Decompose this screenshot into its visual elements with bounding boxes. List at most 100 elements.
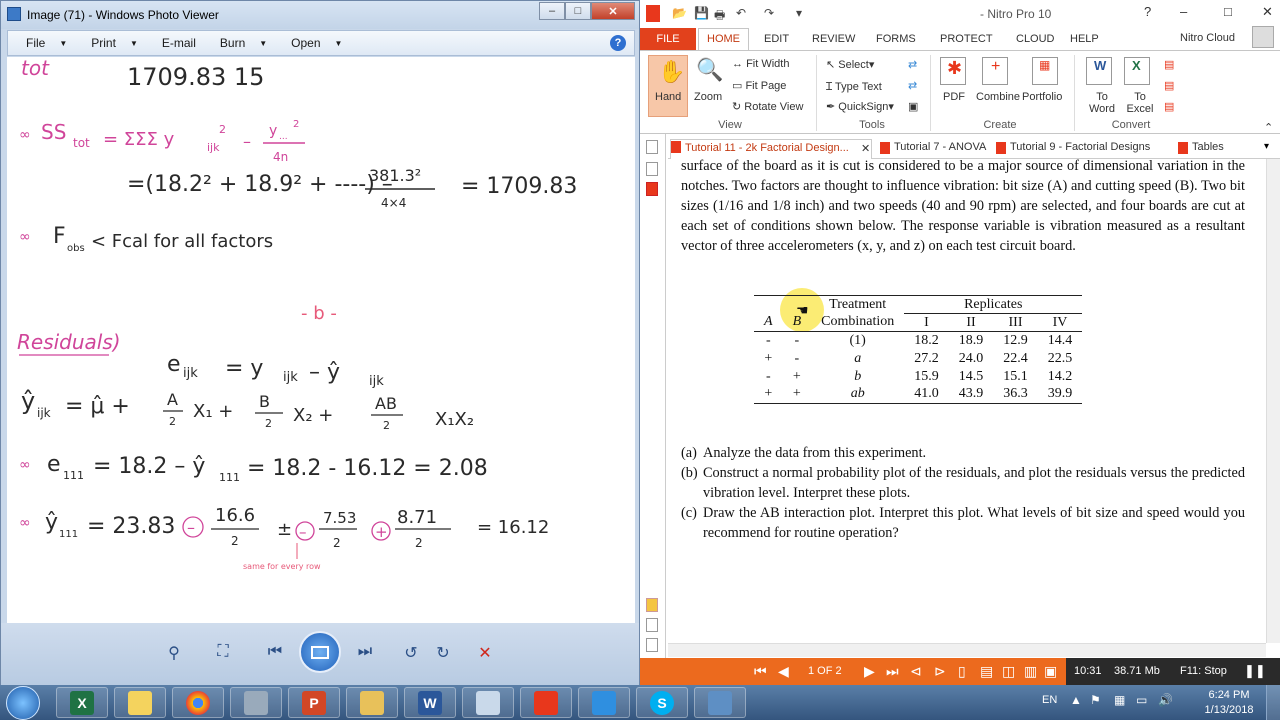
tab-cloud[interactable]: CLOUD	[1016, 33, 1055, 45]
portfolio-label[interactable]: Portfolio	[1022, 91, 1062, 103]
to-excel-label[interactable]: To Excel	[1122, 91, 1158, 115]
back-view-icon[interactable]: ⊲	[910, 663, 922, 680]
menu-print[interactable]: Print ▼	[91, 36, 138, 50]
save-icon[interactable]: 💾	[694, 6, 709, 22]
network-icon[interactable]: ▦	[1114, 693, 1125, 707]
combine-icon[interactable]: +	[982, 57, 1008, 85]
maximize-icon[interactable]: □	[1224, 4, 1232, 19]
delete-icon[interactable]: ✕	[473, 643, 497, 663]
select-button[interactable]: ↖ Select▾	[826, 58, 874, 71]
portfolio-icon[interactable]: ▦	[1032, 57, 1058, 85]
undo-icon[interactable]: ↶	[736, 6, 746, 22]
pdf-label[interactable]: PDF	[943, 91, 965, 103]
tab-document-tutorial-7[interactable]: Tutorial 7 - ANOVA	[880, 141, 986, 154]
close-tab-icon[interactable]: ✕	[861, 142, 870, 155]
screen-icon[interactable]: ▭	[1136, 693, 1147, 707]
menu-burn[interactable]: Burn ▼	[220, 36, 267, 50]
minimize-icon[interactable]: –	[1180, 4, 1187, 19]
to-excel-icon[interactable]: X	[1124, 57, 1150, 85]
start-button[interactable]	[6, 686, 40, 720]
last-page-icon[interactable]: ⏭	[886, 663, 899, 680]
zoom-icon[interactable]: 🔍	[696, 57, 723, 83]
volume-icon[interactable]: 🔊	[1158, 693, 1173, 707]
show-desktop-button[interactable]	[1266, 685, 1280, 720]
avatar[interactable]	[1252, 26, 1274, 48]
combine-label[interactable]: Combine	[976, 91, 1020, 103]
link-icon[interactable]: ⇄	[908, 79, 917, 92]
convert-icon[interactable]: ▤	[1164, 79, 1174, 92]
zoom-icon[interactable]: ⚲	[159, 643, 189, 663]
horizontal-scrollbar[interactable]	[668, 643, 1266, 657]
type-text-button[interactable]: Ɪ Type Text	[826, 79, 882, 94]
taskbar-nitro[interactable]	[520, 687, 572, 718]
tab-document-tutorial-9[interactable]: Tutorial 9 - Factorial Designs	[996, 141, 1150, 154]
system-clock[interactable]: 6:24 PM 1/13/2018	[1198, 688, 1260, 718]
first-page-icon[interactable]: ⏮	[754, 663, 767, 680]
page-indicator[interactable]: 1 OF 2	[808, 665, 842, 677]
fullscreen-icon[interactable]: ▣	[1044, 663, 1057, 680]
pdf-icon[interactable]: ✱	[940, 57, 966, 85]
rotate-right-icon[interactable]: ↻	[431, 643, 455, 663]
tab-list-icon[interactable]: ▾	[1264, 141, 1269, 152]
tab-edit[interactable]: EDIT	[764, 33, 789, 45]
help-icon[interactable]: ?	[1144, 4, 1151, 19]
tab-document-tables[interactable]: Tables	[1178, 141, 1224, 154]
next-page-icon[interactable]: ▶	[864, 663, 875, 680]
attachments-icon[interactable]	[646, 182, 658, 196]
convert-icon[interactable]: ▤	[1164, 100, 1174, 113]
fit-width-button[interactable]: ↔ Fit Width	[732, 58, 789, 70]
to-word-label[interactable]: To Word	[1084, 91, 1120, 115]
menu-file[interactable]: File ▼	[26, 36, 67, 50]
taskbar-snipping[interactable]	[578, 687, 630, 718]
slideshow-button[interactable]	[299, 631, 341, 673]
redo-icon[interactable]: ↷	[764, 6, 774, 22]
open-icon[interactable]: 📂	[672, 6, 687, 22]
tab-help[interactable]: HELP	[1070, 33, 1099, 45]
comments-icon[interactable]	[646, 598, 658, 612]
taskbar-sticky-notes[interactable]	[114, 687, 166, 718]
user-name[interactable]: Nitro Cloud	[1180, 32, 1235, 44]
taskbar-word[interactable]: W	[404, 687, 456, 718]
tab-protect[interactable]: PROTECT	[940, 33, 993, 45]
tab-home[interactable]: HOME	[698, 28, 749, 51]
pages-icon[interactable]	[646, 140, 658, 154]
forward-view-icon[interactable]: ⊳	[934, 663, 946, 680]
continuous-icon[interactable]: ▤	[980, 663, 993, 680]
tray-expand-icon[interactable]: ▲	[1070, 693, 1082, 707]
tab-review[interactable]: REVIEW	[812, 33, 855, 45]
menu-email[interactable]: E-mail	[162, 36, 196, 50]
link-icon[interactable]: ⇄	[908, 58, 917, 71]
rotate-view-button[interactable]: ↻ Rotate View	[732, 100, 803, 113]
taskbar-excel[interactable]: X	[56, 687, 108, 718]
nitro-title-bar[interactable]: 📂 💾 🖶 ↶ ↷ ▾ - Nitro Pro 10 ? – □ ✕	[640, 0, 1280, 28]
output-icon[interactable]	[646, 638, 658, 652]
pause-icon[interactable]: ❚❚	[1244, 663, 1266, 679]
stamp-icon[interactable]: ▣	[908, 100, 918, 113]
tab-file[interactable]: FILE	[640, 28, 696, 50]
zoom-label[interactable]: Zoom	[694, 91, 722, 103]
convert-icon[interactable]: ▤	[1164, 58, 1174, 71]
maximize-icon[interactable]: □	[565, 2, 591, 20]
actual-size-icon[interactable]: ⛶	[211, 643, 235, 663]
close-icon[interactable]: ✕	[591, 2, 635, 20]
taskbar-paint[interactable]	[462, 687, 514, 718]
facing-continuous-icon[interactable]: ▥	[1024, 663, 1037, 680]
vertical-scrollbar[interactable]	[1266, 159, 1280, 643]
menu-open[interactable]: Open ▼	[291, 36, 342, 50]
quick-access-menu-icon[interactable]: ▾	[796, 6, 802, 22]
taskbar-photo-viewer[interactable]	[694, 687, 746, 718]
single-page-icon[interactable]: ▯	[958, 663, 966, 680]
stop-hint[interactable]: F11: Stop	[1180, 665, 1227, 677]
taskbar-chrome[interactable]	[172, 687, 224, 718]
taskbar-powerpoint[interactable]: P	[288, 687, 340, 718]
taskbar-calculator[interactable]	[230, 687, 282, 718]
previous-icon[interactable]: ⏮	[263, 643, 287, 663]
rotate-left-icon[interactable]: ↺	[399, 643, 423, 663]
fit-page-button[interactable]: ▭ Fit Page	[732, 79, 786, 92]
close-icon[interactable]: ✕	[1262, 4, 1273, 20]
facing-icon[interactable]: ◫	[1002, 663, 1015, 680]
tab-document-tutorial-11[interactable]: Tutorial 11 - 2k Factorial Design... ✕	[670, 139, 872, 159]
help-icon[interactable]: ?	[610, 35, 626, 51]
language-indicator[interactable]: EN	[1042, 694, 1057, 706]
taskbar-explorer[interactable]	[346, 687, 398, 718]
